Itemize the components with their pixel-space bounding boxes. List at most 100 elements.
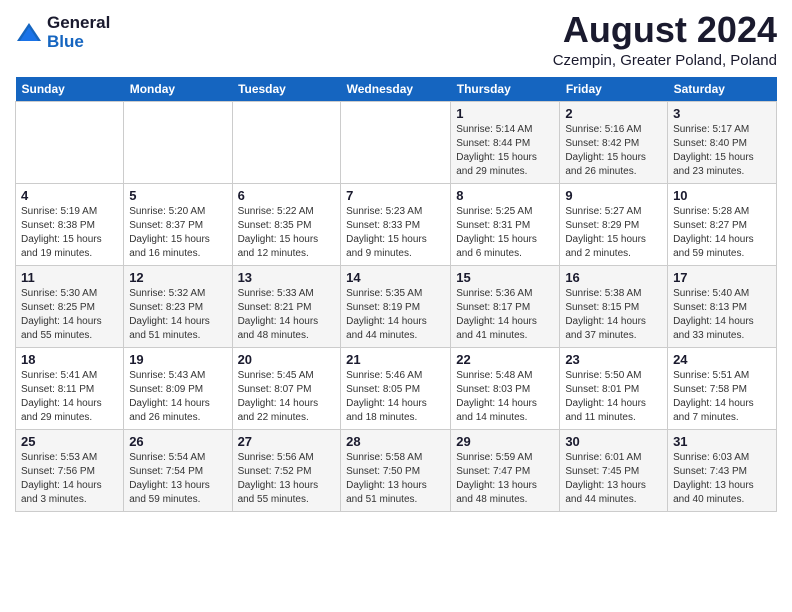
day-number: 19 [129, 352, 226, 367]
day-number: 8 [456, 188, 554, 203]
day-number: 26 [129, 434, 226, 449]
calendar-week-4: 18Sunrise: 5:41 AM Sunset: 8:11 PM Dayli… [16, 347, 777, 429]
calendar-cell-w3-d5: 15 Sunrise: 5:36 AM Sunset: 8:17 PM Dayli… [451, 265, 560, 347]
day-info: Sunrise: 5:25 AM Sunset: 8:31 PM Dayligh… [456, 205, 554, 261]
calendar-cell-w5-d5: 29 Sunrise: 5:59 AM Sunset: 7:47 PM Dayli… [451, 429, 560, 511]
logo-text: General Blue [47, 14, 110, 51]
day-number: 30 [565, 434, 662, 449]
day-number: 17 [673, 270, 771, 285]
logo-general: General [47, 14, 110, 33]
calendar-cell-w1-d1 [16, 101, 124, 183]
location-subtitle: Czempin, Greater Poland, Poland [553, 52, 777, 69]
day-number: 14 [346, 270, 445, 285]
calendar-cell-w5-d1: 25 Sunrise: 5:53 AM Sunset: 7:56 PM Dayli… [16, 429, 124, 511]
calendar-week-3: 11Sunrise: 5:30 AM Sunset: 8:25 PM Dayli… [16, 265, 777, 347]
header-saturday: Saturday [668, 77, 777, 102]
calendar-cell-w2-d3: 6Sunrise: 5:22 AM Sunset: 8:35 PM Daylig… [232, 183, 341, 265]
calendar-cell-w4-d7: 24 Sunrise: 5:51 AM Sunset: 7:58 PM Dayli… [668, 347, 777, 429]
day-info: Sunrise: 5:48 AM Sunset: 8:03 PM Dayligh… [456, 369, 554, 425]
day-number: 18 [21, 352, 118, 367]
day-info: Sunrise: 5:46 AM Sunset: 8:05 PM Dayligh… [346, 369, 445, 425]
calendar-header-row: Sunday Monday Tuesday Wednesday Thursday… [16, 77, 777, 102]
day-info: Sunrise: 5:17 AM Sunset: 8:40 PM Dayligh… [673, 123, 771, 179]
calendar-cell-w2-d5: 8 Sunrise: 5:25 AM Sunset: 8:31 PM Daylig… [451, 183, 560, 265]
calendar-cell-w4-d5: 22 Sunrise: 5:48 AM Sunset: 8:03 PM Dayli… [451, 347, 560, 429]
calendar-cell-w1-d6: 2 Sunrise: 5:16 AM Sunset: 8:42 PM Daylig… [560, 101, 668, 183]
month-year-title: August 2024 [553, 10, 777, 50]
day-number: 2 [565, 106, 662, 121]
logo: General Blue [15, 14, 110, 51]
day-number: 13 [238, 270, 336, 285]
calendar-cell-w5-d3: 27Sunrise: 5:56 AM Sunset: 7:52 PM Dayli… [232, 429, 341, 511]
calendar-cell-w3-d7: 17 Sunrise: 5:40 AM Sunset: 8:13 PM Dayli… [668, 265, 777, 347]
calendar-week-5: 25 Sunrise: 5:53 AM Sunset: 7:56 PM Dayli… [16, 429, 777, 511]
day-info: Sunrise: 5:45 AM Sunset: 8:07 PM Dayligh… [238, 369, 336, 425]
day-info: Sunrise: 5:40 AM Sunset: 8:13 PM Dayligh… [673, 287, 771, 343]
calendar-cell-w2-d6: 9 Sunrise: 5:27 AM Sunset: 8:29 PM Daylig… [560, 183, 668, 265]
day-info: Sunrise: 5:58 AM Sunset: 7:50 PM Dayligh… [346, 451, 445, 507]
day-number: 27 [238, 434, 336, 449]
logo-blue: Blue [47, 33, 110, 52]
calendar-cell-w1-d4 [341, 101, 451, 183]
header-wednesday: Wednesday [341, 77, 451, 102]
day-number: 16 [565, 270, 662, 285]
day-info: Sunrise: 5:59 AM Sunset: 7:47 PM Dayligh… [456, 451, 554, 507]
calendar-cell-w3-d6: 16 Sunrise: 5:38 AM Sunset: 8:15 PM Dayli… [560, 265, 668, 347]
day-info: Sunrise: 5:50 AM Sunset: 8:01 PM Dayligh… [565, 369, 662, 425]
day-info: Sunrise: 5:20 AM Sunset: 8:37 PM Dayligh… [129, 205, 226, 261]
calendar-cell-w3-d4: 14Sunrise: 5:35 AM Sunset: 8:19 PM Dayli… [341, 265, 451, 347]
calendar-cell-w5-d7: 31Sunrise: 6:03 AM Sunset: 7:43 PM Dayli… [668, 429, 777, 511]
header-monday: Monday [124, 77, 232, 102]
calendar-cell-w4-d3: 20 Sunrise: 5:45 AM Sunset: 8:07 PM Dayli… [232, 347, 341, 429]
day-info: Sunrise: 5:36 AM Sunset: 8:17 PM Dayligh… [456, 287, 554, 343]
calendar-cell-w3-d3: 13 Sunrise: 5:33 AM Sunset: 8:21 PM Dayli… [232, 265, 341, 347]
logo-icon [15, 19, 43, 47]
page-header: General Blue August 2024 Czempin, Greate… [15, 10, 777, 69]
day-info: Sunrise: 5:28 AM Sunset: 8:27 PM Dayligh… [673, 205, 771, 261]
day-info: Sunrise: 5:16 AM Sunset: 8:42 PM Dayligh… [565, 123, 662, 179]
calendar-cell-w2-d1: 4Sunrise: 5:19 AM Sunset: 8:38 PM Daylig… [16, 183, 124, 265]
day-info: Sunrise: 6:01 AM Sunset: 7:45 PM Dayligh… [565, 451, 662, 507]
day-number: 7 [346, 188, 445, 203]
day-info: Sunrise: 5:23 AM Sunset: 8:33 PM Dayligh… [346, 205, 445, 261]
day-number: 12 [129, 270, 226, 285]
calendar-week-1: 1 Sunrise: 5:14 AM Sunset: 8:44 PM Daylig… [16, 101, 777, 183]
calendar-cell-w4-d1: 18Sunrise: 5:41 AM Sunset: 8:11 PM Dayli… [16, 347, 124, 429]
calendar-week-2: 4Sunrise: 5:19 AM Sunset: 8:38 PM Daylig… [16, 183, 777, 265]
calendar-table: Sunday Monday Tuesday Wednesday Thursday… [15, 77, 777, 512]
day-number: 29 [456, 434, 554, 449]
day-number: 22 [456, 352, 554, 367]
day-number: 20 [238, 352, 336, 367]
day-number: 24 [673, 352, 771, 367]
day-number: 31 [673, 434, 771, 449]
day-number: 25 [21, 434, 118, 449]
header-thursday: Thursday [451, 77, 560, 102]
calendar-cell-w2-d7: 10 Sunrise: 5:28 AM Sunset: 8:27 PM Dayli… [668, 183, 777, 265]
header-tuesday: Tuesday [232, 77, 341, 102]
day-number: 15 [456, 270, 554, 285]
calendar-cell-w1-d5: 1 Sunrise: 5:14 AM Sunset: 8:44 PM Daylig… [451, 101, 560, 183]
day-info: Sunrise: 5:54 AM Sunset: 7:54 PM Dayligh… [129, 451, 226, 507]
calendar-cell-w2-d2: 5 Sunrise: 5:20 AM Sunset: 8:37 PM Daylig… [124, 183, 232, 265]
header-friday: Friday [560, 77, 668, 102]
day-number: 1 [456, 106, 554, 121]
day-info: Sunrise: 5:19 AM Sunset: 8:38 PM Dayligh… [21, 205, 118, 261]
day-info: Sunrise: 5:14 AM Sunset: 8:44 PM Dayligh… [456, 123, 554, 179]
day-number: 21 [346, 352, 445, 367]
title-area: August 2024 Czempin, Greater Poland, Pol… [553, 10, 777, 69]
day-number: 3 [673, 106, 771, 121]
calendar-cell-w4-d4: 21 Sunrise: 5:46 AM Sunset: 8:05 PM Dayli… [341, 347, 451, 429]
day-info: Sunrise: 5:38 AM Sunset: 8:15 PM Dayligh… [565, 287, 662, 343]
day-info: Sunrise: 5:30 AM Sunset: 8:25 PM Dayligh… [21, 287, 118, 343]
day-number: 28 [346, 434, 445, 449]
day-number: 9 [565, 188, 662, 203]
calendar-cell-w3-d2: 12Sunrise: 5:32 AM Sunset: 8:23 PM Dayli… [124, 265, 232, 347]
day-number: 10 [673, 188, 771, 203]
day-info: Sunrise: 5:51 AM Sunset: 7:58 PM Dayligh… [673, 369, 771, 425]
day-info: Sunrise: 5:27 AM Sunset: 8:29 PM Dayligh… [565, 205, 662, 261]
day-info: Sunrise: 5:53 AM Sunset: 7:56 PM Dayligh… [21, 451, 118, 507]
day-number: 5 [129, 188, 226, 203]
day-info: Sunrise: 5:33 AM Sunset: 8:21 PM Dayligh… [238, 287, 336, 343]
calendar-cell-w2-d4: 7 Sunrise: 5:23 AM Sunset: 8:33 PM Daylig… [341, 183, 451, 265]
calendar-cell-w5-d2: 26 Sunrise: 5:54 AM Sunset: 7:54 PM Dayli… [124, 429, 232, 511]
